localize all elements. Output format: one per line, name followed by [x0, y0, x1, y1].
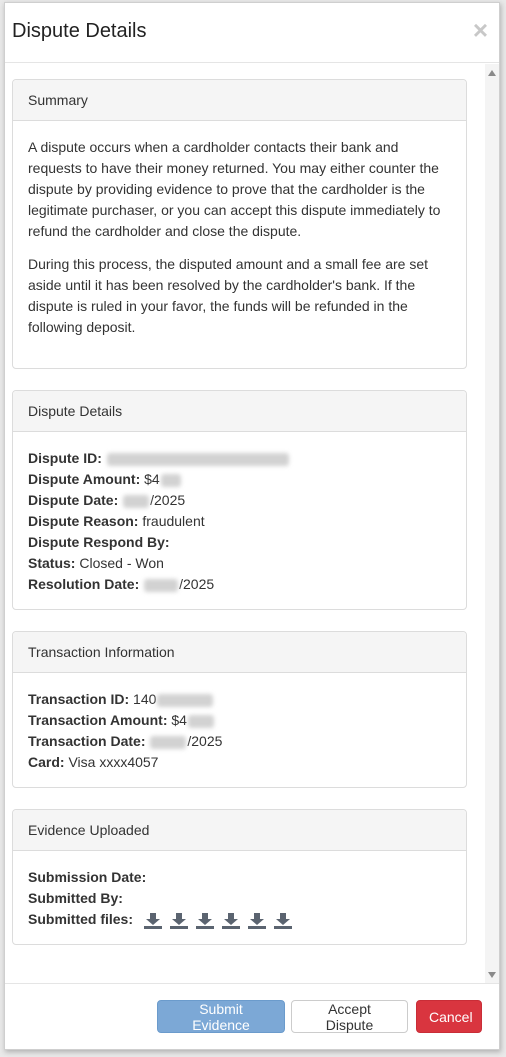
dispute-respond-label: Dispute Respond By:: [28, 534, 170, 550]
scroll-up-arrow-icon[interactable]: [488, 70, 496, 76]
resolution-date-label: Resolution Date:: [28, 576, 140, 592]
submit-evidence-button[interactable]: Submit Evidence: [157, 1000, 285, 1033]
transaction-panel: Transaction Information Transaction ID: …: [12, 631, 467, 788]
transaction-amount-label: Transaction Amount:: [28, 712, 168, 728]
transaction-id-row: Transaction ID: 140: [28, 689, 451, 710]
download-icon[interactable]: [221, 913, 241, 930]
transaction-amount-value: $4: [171, 712, 187, 728]
close-icon[interactable]: ×: [473, 17, 488, 43]
dispute-id-label: Dispute ID:: [28, 450, 102, 466]
cancel-button[interactable]: Cancel: [416, 1000, 482, 1033]
summary-heading: Summary: [13, 80, 466, 121]
dispute-reason-row: Dispute Reason: fraudulent: [28, 511, 451, 532]
dispute-amount-value: $4: [144, 471, 160, 487]
modal-title: Dispute Details: [12, 20, 147, 42]
card-row: Card: Visa xxxx4057: [28, 752, 451, 773]
resolution-date-value: /2025: [179, 576, 215, 592]
submitted-files-label: Submitted files:: [28, 911, 134, 927]
modal-header: Dispute Details ×: [5, 3, 499, 63]
submission-date-row: Submission Date:: [28, 867, 451, 888]
transaction-heading: Transaction Information: [13, 632, 466, 673]
download-icon[interactable]: [169, 913, 189, 930]
dispute-date-row: Dispute Date: /2025: [28, 490, 451, 511]
dispute-details-body: Dispute ID: Dispute Amount: $4 Dispute D…: [13, 432, 466, 610]
summary-body: A dispute occurs when a cardholder conta…: [13, 121, 466, 365]
evidence-body: Submission Date: Submitted By: Submitted…: [13, 851, 466, 946]
redacted-transaction-date: [150, 735, 187, 749]
transaction-date-label: Transaction Date:: [28, 733, 146, 749]
submitted-files-list: [143, 910, 299, 931]
summary-paragraph-1: A dispute occurs when a cardholder conta…: [28, 139, 441, 239]
dispute-details-heading: Dispute Details: [13, 391, 466, 432]
dispute-reason-value: fraudulent: [142, 513, 205, 529]
dispute-id-row: Dispute ID:: [28, 448, 451, 469]
download-icon[interactable]: [247, 913, 267, 930]
summary-panel: Summary A dispute occurs when a cardhold…: [12, 79, 467, 369]
transaction-date-row: Transaction Date: /2025: [28, 731, 451, 752]
modal-footer: Submit Evidence Accept Dispute Cancel: [5, 983, 499, 1049]
summary-paragraph-2: During this process, the disputed amount…: [28, 256, 428, 335]
dispute-date-label: Dispute Date:: [28, 492, 119, 508]
scrollbar[interactable]: [485, 64, 499, 984]
accept-dispute-button[interactable]: Accept Dispute: [291, 1000, 408, 1033]
resolution-date-row: Resolution Date: /2025: [28, 574, 451, 595]
dispute-reason-label: Dispute Reason:: [28, 513, 139, 529]
transaction-date-value: /2025: [187, 733, 223, 749]
submitted-by-row: Submitted By:: [28, 888, 451, 909]
submitted-by-label: Submitted By:: [28, 890, 123, 906]
download-icon[interactable]: [195, 913, 215, 930]
card-label: Card:: [28, 754, 65, 770]
dispute-respond-row: Dispute Respond By:: [28, 532, 451, 553]
transaction-amount-row: Transaction Amount: $4: [28, 710, 451, 731]
scrollbar-thumb[interactable]: [488, 82, 496, 966]
dispute-date-value: /2025: [150, 492, 186, 508]
submission-date-label: Submission Date:: [28, 869, 147, 885]
evidence-panel: Evidence Uploaded Submission Date: Submi…: [12, 809, 467, 945]
dispute-amount-row: Dispute Amount: $4: [28, 469, 451, 490]
dispute-details-panel: Dispute Details Dispute ID: Dispute Amou…: [12, 390, 467, 610]
redacted-transaction-id: [157, 693, 214, 707]
download-icon[interactable]: [273, 913, 293, 930]
modal-body: Summary A dispute occurs when a cardhold…: [5, 64, 499, 984]
dispute-amount-label: Dispute Amount:: [28, 471, 141, 487]
redacted-dispute-date: [123, 494, 150, 508]
redacted-transaction-amount: [187, 714, 214, 728]
submitted-files-row: Submitted files:: [28, 909, 451, 931]
redacted-resolution-date: [144, 578, 179, 592]
transaction-body: Transaction ID: 140 Transaction Amount: …: [13, 673, 466, 788]
transaction-id-value: 140: [133, 691, 157, 707]
evidence-heading: Evidence Uploaded: [13, 810, 466, 851]
dispute-status-value: Closed - Won: [79, 555, 164, 571]
redacted-dispute-id: [106, 452, 289, 466]
card-value: Visa xxxx4057: [68, 754, 159, 770]
redacted-dispute-amount: [160, 473, 181, 487]
download-icon[interactable]: [143, 913, 163, 930]
scroll-down-arrow-icon[interactable]: [488, 972, 496, 978]
dispute-status-label: Status:: [28, 555, 76, 571]
dispute-status-row: Status: Closed - Won: [28, 553, 451, 574]
transaction-id-label: Transaction ID:: [28, 691, 130, 707]
dispute-details-modal: Dispute Details × Summary A dispute occu…: [4, 2, 500, 1050]
